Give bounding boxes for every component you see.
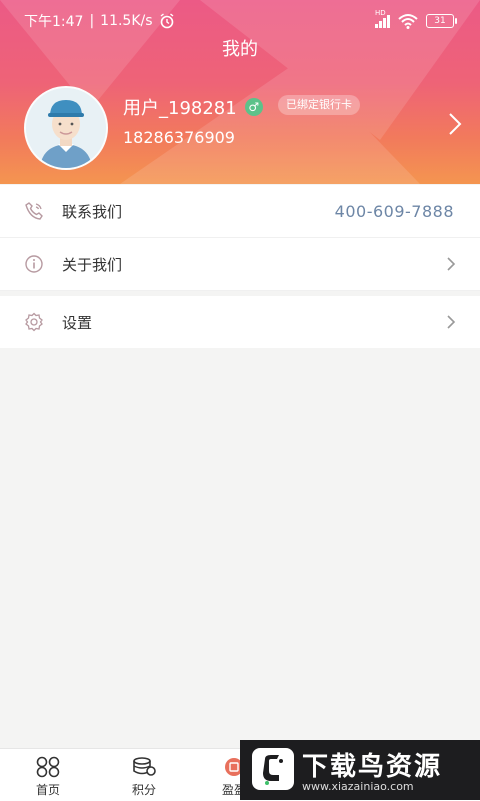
battery-icon: 31	[426, 14, 457, 28]
profile-username: 用户_198281 ♂	[123, 94, 263, 120]
chevron-right-icon	[447, 315, 456, 329]
menu-group-primary: 联系我们 400-609-7888 关于我们	[0, 185, 480, 291]
about-label: 关于我们	[62, 255, 123, 274]
info-icon	[24, 254, 44, 274]
contact-label: 联系我们	[62, 202, 123, 221]
watermark-title: 下载鸟资源	[302, 752, 443, 782]
tab-points-label: 积分	[131, 783, 156, 797]
chevron-right-icon	[447, 257, 456, 271]
profile-header: 下午1:47 | 11.5K/s HD 31 我的 用户_198281 ♂ 已绑…	[0, 0, 480, 184]
status-separator: |	[89, 13, 95, 29]
avatar-illustration	[26, 88, 106, 168]
tab-points[interactable]: 积分	[114, 755, 174, 798]
avatar[interactable]	[24, 86, 108, 170]
profile-chevron-right-icon[interactable]	[448, 112, 462, 136]
signal-icon: HD	[375, 9, 390, 28]
menu-item-about[interactable]: 关于我们	[0, 238, 480, 291]
alarm-icon	[160, 13, 173, 29]
status-time: 下午1:47	[24, 14, 84, 30]
menu-item-contact[interactable]: 联系我们 400-609-7888	[0, 185, 480, 238]
username-text: 用户_198281	[123, 98, 237, 119]
gear-icon	[24, 312, 44, 332]
page-title: 我的	[222, 39, 258, 60]
watermark-url: www.xiazainiao.com	[302, 780, 414, 793]
bird-logo-icon	[252, 748, 294, 790]
coins-icon	[114, 755, 174, 779]
menu-item-settings[interactable]: 设置	[0, 296, 480, 348]
male-gender-icon: ♂	[244, 98, 263, 116]
settings-label: 设置	[62, 313, 93, 332]
phone-icon	[24, 201, 44, 221]
tab-home-label: 首页	[35, 783, 60, 797]
contact-phone-number[interactable]: 400-609-7888	[335, 202, 454, 221]
watermark-overlay: 下载鸟资源 www.xiazainiao.com	[240, 740, 480, 800]
status-bar: 下午1:47 | 11.5K/s HD 31	[24, 8, 457, 34]
profile-phone: 18286376909	[123, 128, 235, 147]
tab-home[interactable]: 首页	[18, 755, 78, 798]
status-net-speed: 11.5K/s	[100, 13, 153, 29]
home-grid-icon	[18, 755, 78, 779]
bank-card-bound-badge: 已绑定银行卡	[278, 95, 360, 115]
wifi-icon	[398, 14, 418, 29]
hd-label: HD	[375, 8, 386, 17]
menu-group-secondary: 设置	[0, 296, 480, 348]
